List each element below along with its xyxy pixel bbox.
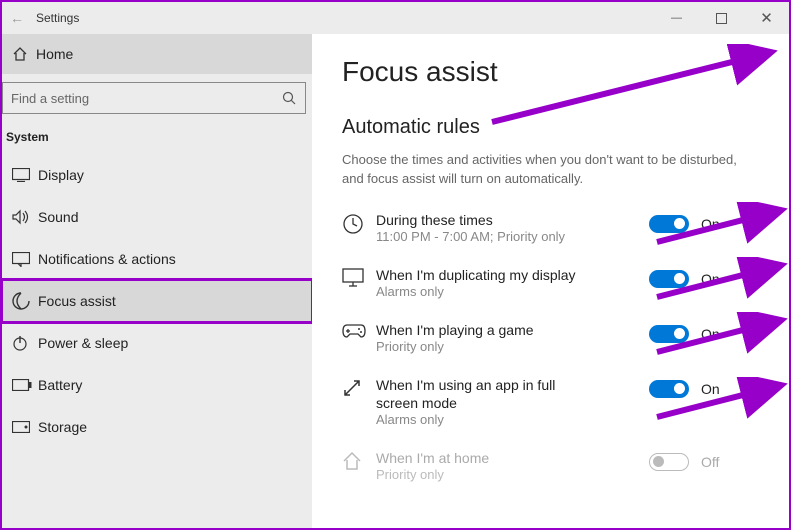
maximize-button[interactable] <box>699 2 744 34</box>
search-field[interactable] <box>11 91 282 106</box>
clock-icon <box>342 211 376 235</box>
toggle-state: On <box>701 216 720 232</box>
sidebar-item-label: Battery <box>38 377 82 393</box>
titlebar: ← Settings — ✕ <box>2 2 789 34</box>
sidebar-item-sound[interactable]: Sound <box>2 196 312 238</box>
rule-at-home: When I'm at home Priority only Off <box>342 449 759 484</box>
minimize-button[interactable]: — <box>654 2 699 34</box>
monitor-icon <box>342 266 376 288</box>
toggle-fullscreen-app[interactable] <box>649 380 689 398</box>
section-title: Automatic rules <box>342 116 759 139</box>
home-location-icon <box>342 449 376 471</box>
rule-subtitle: Alarms only <box>376 412 649 429</box>
page-title: Focus assist <box>342 56 759 88</box>
toggle-state: On <box>701 381 720 397</box>
rule-during-times[interactable]: During these times 11:00 PM - 7:00 AM; P… <box>342 211 759 246</box>
sidebar-item-label: Focus assist <box>38 293 116 309</box>
home-icon <box>12 46 36 62</box>
sidebar-item-focus-assist[interactable]: Focus assist <box>2 280 312 322</box>
sidebar-item-battery[interactable]: Battery <box>2 364 312 406</box>
sidebar-item-storage[interactable]: Storage <box>2 406 312 448</box>
sidebar-item-notifications[interactable]: Notifications & actions <box>2 238 312 280</box>
display-icon <box>12 168 38 182</box>
sidebar: Home System Display Sound Notification <box>2 34 312 528</box>
section-description: Choose the times and activities when you… <box>342 151 742 189</box>
home-button[interactable]: Home <box>2 34 312 74</box>
storage-icon <box>12 421 38 433</box>
focus-assist-icon <box>12 292 38 310</box>
rule-title: When I'm duplicating my display <box>376 266 596 284</box>
toggle-state: Off <box>701 454 719 470</box>
sound-icon <box>12 209 38 225</box>
sidebar-item-display[interactable]: Display <box>2 154 312 196</box>
sidebar-item-label: Sound <box>38 209 78 225</box>
sidebar-item-power[interactable]: Power & sleep <box>2 322 312 364</box>
close-button[interactable]: ✕ <box>744 2 789 34</box>
sidebar-item-label: Power & sleep <box>38 335 128 351</box>
toggle-state: On <box>701 326 720 342</box>
toggle-state: On <box>701 271 720 287</box>
fullscreen-icon <box>342 376 376 398</box>
rule-fullscreen-app[interactable]: When I'm using an app in full screen mod… <box>342 376 759 429</box>
window-title: Settings <box>36 11 79 25</box>
toggle-during-times[interactable] <box>649 215 689 233</box>
search-input[interactable] <box>2 82 306 114</box>
rule-subtitle: Priority only <box>376 339 649 356</box>
search-icon <box>282 91 297 106</box>
toggle-playing-game[interactable] <box>649 325 689 343</box>
rule-duplicating-display[interactable]: When I'm duplicating my display Alarms o… <box>342 266 759 301</box>
rule-title: During these times <box>376 211 596 229</box>
rule-subtitle: 11:00 PM - 7:00 AM; Priority only <box>376 229 649 246</box>
back-icon[interactable]: ← <box>10 10 30 26</box>
content-pane: Focus assist Automatic rules Choose the … <box>312 34 789 528</box>
rule-title: When I'm playing a game <box>376 321 596 339</box>
sidebar-group-header: System <box>2 124 312 154</box>
toggle-at-home <box>649 453 689 471</box>
sidebar-item-label: Storage <box>38 419 87 435</box>
sidebar-item-label: Display <box>38 167 84 183</box>
sidebar-item-label: Notifications & actions <box>38 251 176 267</box>
rule-playing-game[interactable]: When I'm playing a game Priority only On <box>342 321 759 356</box>
toggle-duplicating-display[interactable] <box>649 270 689 288</box>
rule-title: When I'm at home <box>376 449 596 467</box>
rule-subtitle: Priority only <box>376 467 649 484</box>
rule-title: When I'm using an app in full screen mod… <box>376 376 596 412</box>
gamepad-icon <box>342 321 376 339</box>
power-icon <box>12 335 38 351</box>
notifications-icon <box>12 252 38 267</box>
rule-subtitle: Alarms only <box>376 284 649 301</box>
home-label: Home <box>36 46 73 62</box>
battery-icon <box>12 379 38 391</box>
